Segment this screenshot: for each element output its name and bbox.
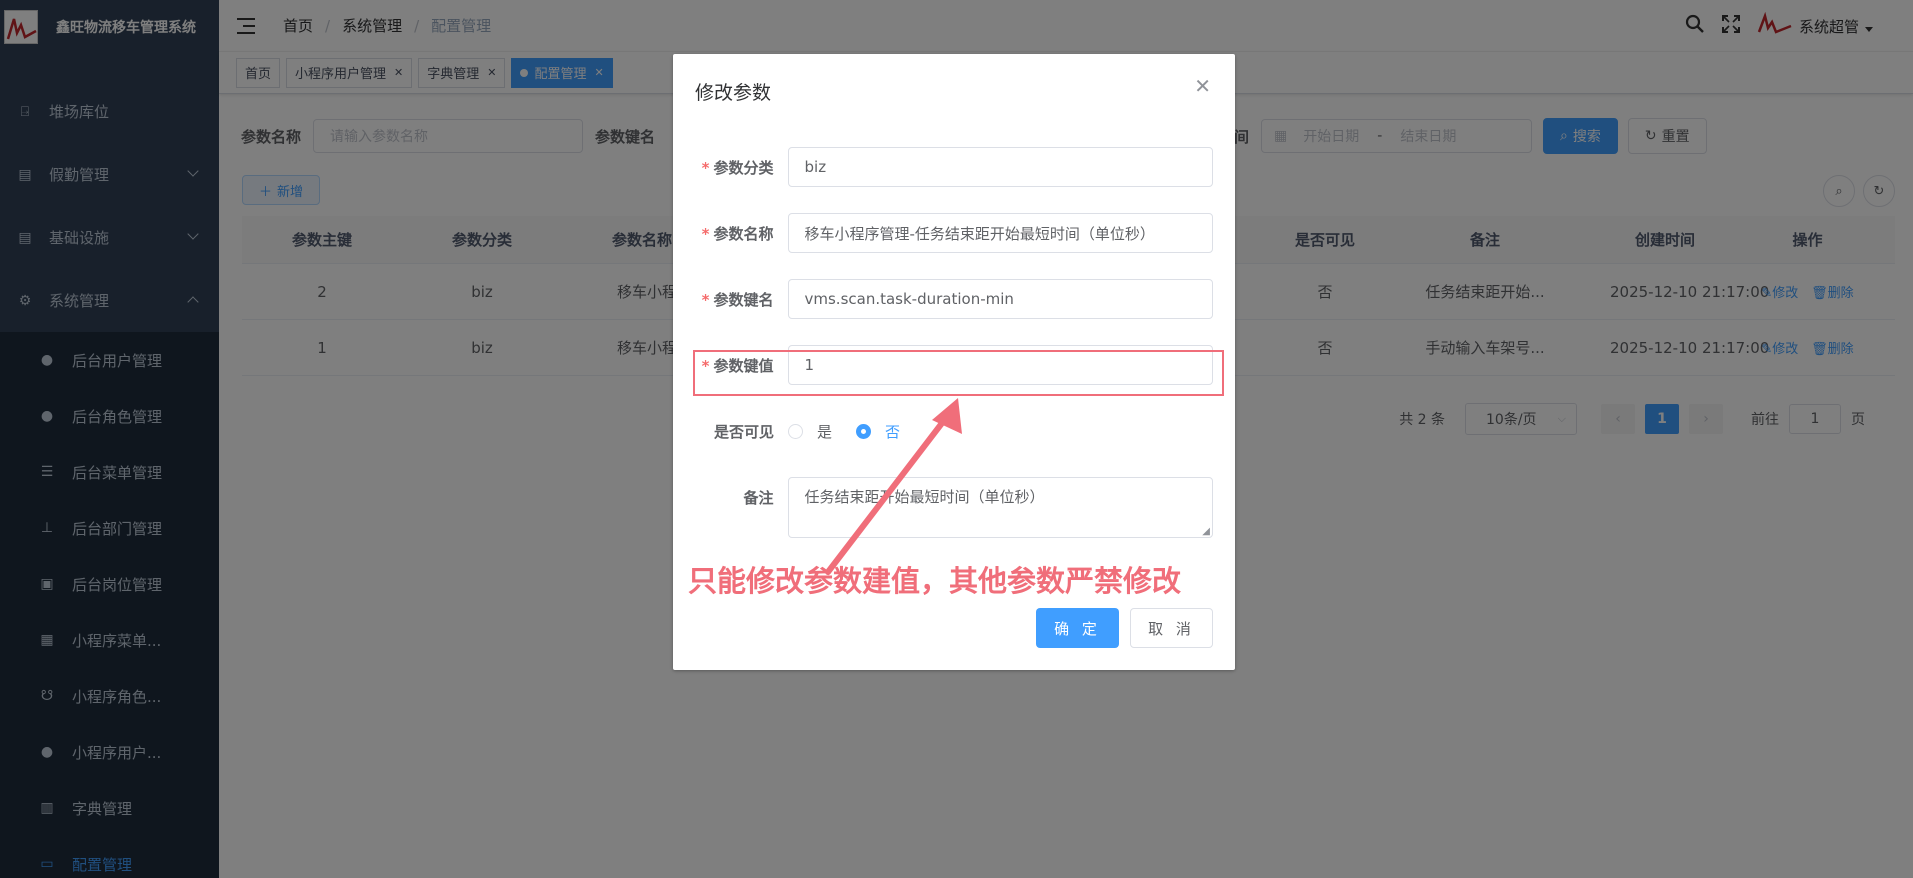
form-row-category: * 参数分类 biz (695, 147, 1213, 187)
visible-label: 是否可见 (713, 422, 774, 441)
key-label: * 参数键名 (695, 289, 788, 310)
form-row-name: * 参数名称 移车小程序管理-任务结束距开始最短时间（单位秒） (695, 213, 1213, 253)
annotation-text: 只能修改参数建值，其他参数严禁修改 (688, 564, 1182, 598)
remark-label: 备注 (743, 489, 774, 507)
resize-handle-icon[interactable]: ◢ (1202, 526, 1210, 537)
key-label-text: 参数键名 (713, 290, 774, 309)
annotation-arrow-icon (825, 398, 962, 575)
category-label: * 参数分类 (695, 157, 788, 178)
dialog-title: 修改参数 (695, 82, 772, 104)
required-asterisk: * (701, 290, 710, 309)
category-label-text: 参数分类 (713, 158, 774, 177)
cancel-button[interactable]: 取 消 (1130, 608, 1213, 648)
key-input[interactable]: vms.scan.task-duration-min (787, 279, 1213, 319)
close-icon[interactable]: ✕ (1194, 74, 1211, 98)
required-asterisk: * (701, 158, 710, 177)
name-label: * 参数名称 (695, 223, 788, 244)
confirm-button[interactable]: 确 定 (1036, 608, 1119, 648)
name-label-text: 参数名称 (713, 224, 774, 243)
radio-circle (788, 423, 803, 439)
required-asterisk: * (701, 224, 710, 243)
form-row-key: * 参数键名 vms.scan.task-duration-min (695, 279, 1213, 319)
name-input[interactable]: 移车小程序管理-任务结束距开始最短时间（单位秒） (787, 213, 1213, 253)
category-input[interactable]: biz (787, 147, 1213, 187)
dialog-footer: 确 定 取 消 (1025, 608, 1213, 648)
